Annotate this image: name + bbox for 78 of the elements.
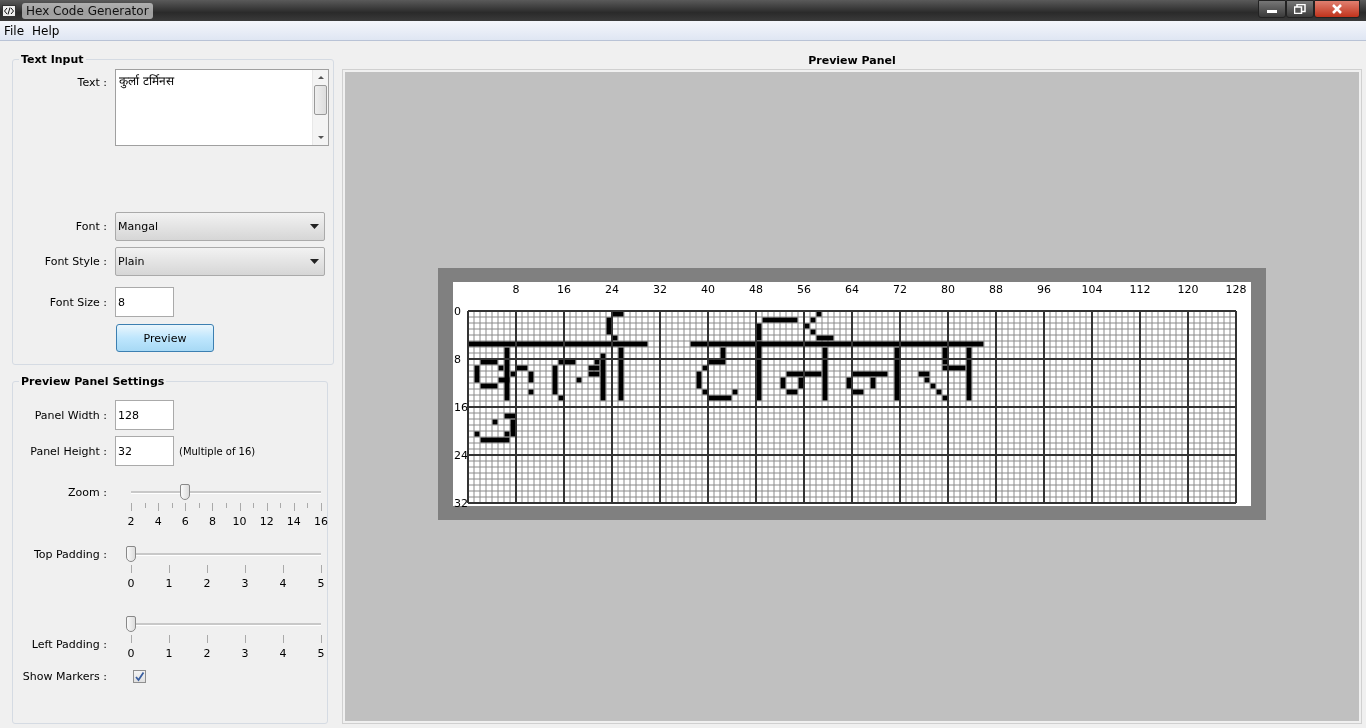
- field-label: Panel Width :: [33, 408, 108, 422]
- column-marker: 120: [1177, 282, 1199, 296]
- tick-label: 0: [127, 577, 135, 590]
- group-title: Text Input: [20, 53, 85, 66]
- checkbox-label: Show Markers :: [21, 670, 108, 683]
- tick-label: 2: [127, 515, 135, 528]
- tick-label: 10: [232, 515, 247, 528]
- row-marker: 24: [454, 448, 468, 462]
- panel-height-field[interactable]: 32: [115, 436, 174, 466]
- column-marker: 40: [701, 282, 715, 296]
- text-area[interactable]: कुर्ला टर्मिनस: [115, 69, 329, 146]
- hint-text: (Multiple of 16): [179, 445, 256, 457]
- tick-label: 2: [203, 577, 211, 590]
- row-marker: 16: [454, 400, 468, 414]
- tick-label: 8: [208, 515, 216, 528]
- column-marker: 104: [1081, 282, 1103, 296]
- field-label: Text :: [76, 75, 108, 89]
- font-dropdown[interactable]: Mangal: [115, 212, 325, 241]
- tick-label: 1: [165, 647, 173, 660]
- row-marker: 32: [454, 496, 468, 510]
- field-label: Panel Height :: [29, 444, 108, 458]
- column-marker: 72: [893, 282, 907, 296]
- column-marker: 96: [1037, 282, 1051, 296]
- tick-label: 5: [317, 577, 325, 590]
- restore-icon: [1294, 4, 1306, 14]
- panel-title: Preview Panel: [807, 54, 897, 67]
- tick-label: 4: [279, 577, 287, 590]
- show-markers-checkbox[interactable]: [133, 670, 146, 683]
- row-marker: 0: [454, 304, 461, 318]
- tick-label: 0: [127, 647, 135, 660]
- column-marker: 56: [797, 282, 811, 296]
- field-label: Font :: [74, 220, 108, 233]
- tick-label: 16: [314, 515, 328, 528]
- tick-label: 1: [165, 577, 173, 590]
- tick-label: 12: [259, 515, 274, 528]
- menu-item[interactable]: Help: [32, 23, 60, 38]
- tick-label: 14: [286, 515, 301, 528]
- font-size-field[interactable]: 8: [115, 287, 174, 317]
- tick-label: 3: [241, 577, 249, 590]
- field-label: Font Style :: [43, 255, 108, 268]
- tick-label: 4: [279, 647, 287, 660]
- tick-label: 4: [154, 515, 162, 528]
- column-marker: 88: [989, 282, 1003, 296]
- slider-label: Top Padding :: [32, 547, 108, 561]
- tick-label: 6: [181, 515, 189, 528]
- maximize-button[interactable]: [1286, 0, 1314, 18]
- slider-thumb[interactable]: [126, 546, 136, 562]
- column-marker: 64: [845, 282, 859, 296]
- column-marker: 32: [653, 282, 667, 296]
- tick-label: 2: [203, 647, 211, 660]
- column-marker: 80: [941, 282, 955, 296]
- close-icon: [1331, 4, 1343, 14]
- group-title: Preview Panel Settings: [20, 375, 166, 388]
- minimize-button[interactable]: [1258, 0, 1286, 18]
- menu-item[interactable]: File: [4, 23, 25, 38]
- row-marker: 8: [454, 352, 461, 366]
- column-marker: 112: [1129, 282, 1151, 296]
- field-label: Font Size :: [48, 295, 108, 309]
- slider-thumb[interactable]: [180, 484, 191, 500]
- caret-icon: [310, 259, 319, 264]
- column-marker: 8: [512, 282, 520, 296]
- column-marker: 16: [557, 282, 571, 296]
- close-button[interactable]: [1314, 0, 1360, 18]
- slider-thumb[interactable]: [126, 616, 136, 632]
- column-marker: 128: [1225, 282, 1247, 296]
- caret-icon: [310, 224, 319, 229]
- tick-label: 3: [241, 647, 249, 660]
- preview-button[interactable]: Preview: [116, 324, 214, 352]
- scroll-bar[interactable]: [312, 70, 328, 145]
- panel-width-field[interactable]: 128: [115, 400, 174, 430]
- code-icon: [2, 4, 16, 17]
- column-marker: 24: [605, 282, 619, 296]
- tick-label: 5: [317, 647, 325, 660]
- window-title: Hex Code Generator: [22, 2, 153, 19]
- slider-label: Zoom :: [67, 485, 108, 499]
- column-marker: 48: [749, 282, 763, 296]
- font-style-dropdown[interactable]: Plain: [115, 247, 325, 276]
- slider-label: Left Padding :: [30, 637, 108, 651]
